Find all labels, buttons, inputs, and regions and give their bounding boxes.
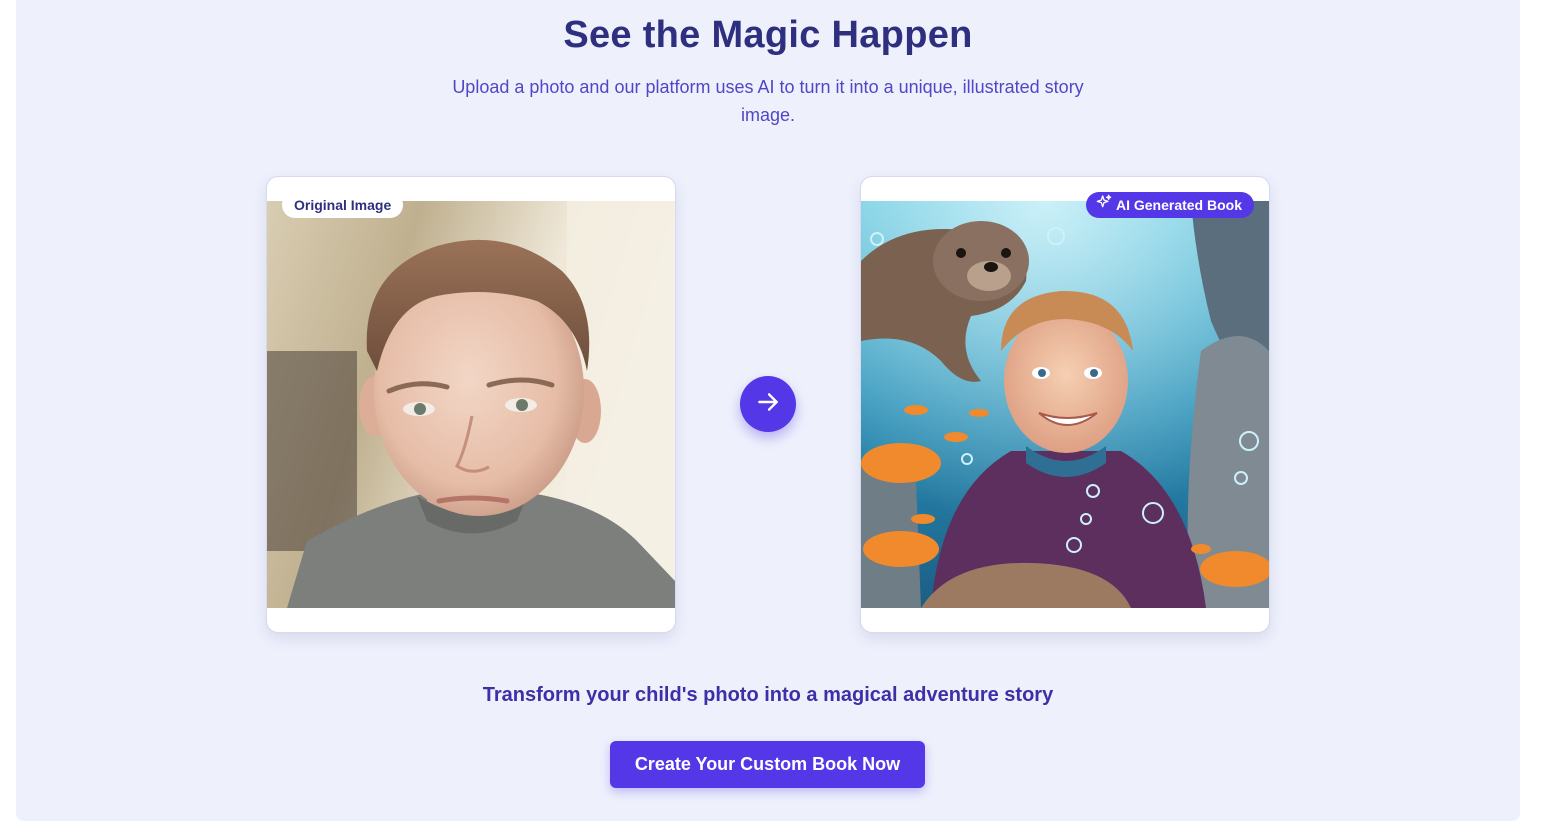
original-image-badge: Original Image <box>282 192 404 218</box>
create-book-button[interactable]: Create Your Custom Book Now <box>610 741 925 788</box>
generated-illustration <box>861 201 1269 608</box>
sparkles-icon <box>1096 192 1112 218</box>
arrow-right-icon <box>755 389 781 420</box>
ai-generated-badge: AI Generated Book <box>1085 192 1254 218</box>
tagline: Transform your child's photo into a magi… <box>482 684 1054 706</box>
section-subtitle: Upload a photo and our platform uses AI … <box>452 77 1084 125</box>
transform-arrow-button[interactable] <box>740 376 796 432</box>
original-photo <box>267 201 675 608</box>
generated-image-card: AI Generated Book <box>860 176 1270 633</box>
magic-section: See the Magic Happen Upload a photo and … <box>16 0 1520 821</box>
ai-generated-badge-label: AI Generated Book <box>1115 197 1242 213</box>
original-image-card: Original Image <box>266 176 676 633</box>
section-title: See the Magic Happen <box>563 14 973 56</box>
